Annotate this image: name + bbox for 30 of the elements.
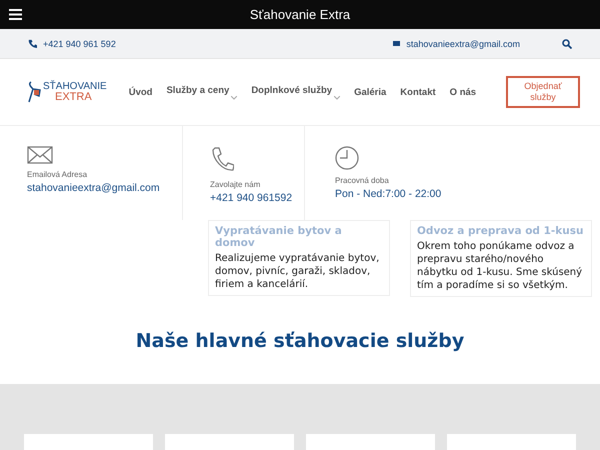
nav-link[interactable]: Služby a ceny bbox=[166, 84, 238, 100]
nav-link[interactable]: Úvod bbox=[128, 86, 152, 98]
card-title: Odvoz a preprava od 1-kusu bbox=[417, 225, 584, 237]
card-text: Okrem toho ponúkame odvoz a prepravu starého/nového nábytku od 1-kusu. Sme skúsený tím a poradíme si so všetkým. bbox=[417, 240, 584, 292]
contact-label: Pracovná doba bbox=[335, 176, 390, 185]
logo-text: SŤAHOVANIE bbox=[43, 81, 107, 92]
logo-icon bbox=[27, 81, 41, 103]
contact-value: stahovanieextra@gmail.com bbox=[27, 182, 161, 194]
phone-number[interactable]: +421 940 961 592 bbox=[43, 38, 116, 48]
phone-icon bbox=[28, 39, 37, 48]
contact-value: +421 940 961592 bbox=[210, 192, 294, 204]
caret-icon bbox=[231, 96, 238, 100]
nav-link[interactable]: Doplnkové služby bbox=[251, 84, 340, 100]
card-title: Vypratávanie bytov a domov bbox=[215, 225, 343, 249]
clock-icon bbox=[335, 146, 359, 170]
email-link[interactable]: stahovanieextra@gmail.com bbox=[406, 38, 520, 48]
nav-link[interactable]: O nás bbox=[450, 86, 476, 98]
site-title: Sťahovanie Extra bbox=[250, 7, 350, 22]
logo-text: EXTRA bbox=[55, 92, 93, 103]
contact-label: Emailová Adresa bbox=[27, 170, 88, 179]
nav-link[interactable]: Kontakt bbox=[400, 86, 436, 98]
search-icon[interactable] bbox=[562, 38, 572, 48]
card-text: Realizujeme vypratávanie bytov, domov, pivníc, garaži, skladov, firiem a kancelárií. bbox=[215, 252, 380, 291]
caret-icon bbox=[334, 96, 340, 100]
nav-link[interactable]: Galéria bbox=[354, 86, 386, 98]
section-heading: Naše hlavné sťahovacie služby bbox=[134, 330, 466, 354]
contact-value: Pon - Ned:7:00 - 22:00 bbox=[335, 188, 442, 200]
contact-label: Zavolajte nám bbox=[210, 180, 262, 189]
order-button[interactable]: Objednať služby bbox=[506, 76, 580, 108]
menu-icon[interactable] bbox=[9, 9, 22, 20]
